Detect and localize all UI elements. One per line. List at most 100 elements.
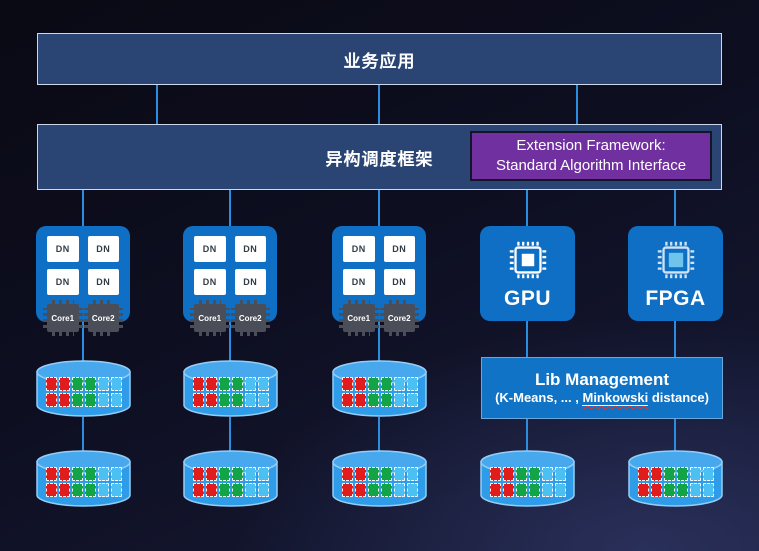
data-block [690,483,701,497]
fpga-label: FPGA [645,286,706,310]
connector-line [378,417,380,453]
data-block [490,483,501,497]
scheduler-framework-label: 异构调度框架 [325,149,434,169]
data-block [85,393,96,407]
lib-management-subtitle: (K-Means, ... , Minkowski distance) [495,389,709,406]
data-block [111,483,122,497]
fpga-box: FPGA [628,226,723,321]
storage-cylinder [36,360,131,417]
data-block [381,377,392,391]
dn-label: DN [392,244,407,254]
data-block [394,377,405,391]
dn-label: DN [55,277,70,287]
lib-sub-suffix: distance) [648,389,709,405]
data-block [219,377,230,391]
data-block [703,483,714,497]
data-block [342,393,353,407]
data-block [368,483,379,497]
data-block [394,393,405,407]
data-blocks [342,377,418,407]
data-block [258,377,269,391]
compute-node-3: DN DN DN DN Core1 Core2 [332,226,426,336]
data-block [342,377,353,391]
gpu-label: GPU [503,286,551,310]
data-block [342,483,353,497]
data-block [219,393,230,407]
data-block [664,467,675,481]
dn-label: DN [55,244,70,254]
lib-management-box: Lib Management (K-Means, ... , Minkowski… [481,357,723,419]
data-block [503,483,514,497]
data-block [219,467,230,481]
business-app-label: 业务应用 [343,51,416,71]
data-block [206,393,217,407]
data-block [193,377,204,391]
data-block [407,377,418,391]
data-block [85,377,96,391]
fpga-chip-icon [657,241,694,278]
core-chip-icon: Core1 [43,300,82,336]
data-block [503,467,514,481]
data-block [59,483,70,497]
storage-cylinder [628,450,723,507]
data-block [664,483,675,497]
data-block [529,467,540,481]
data-block [638,483,649,497]
data-block [46,467,57,481]
data-block [651,467,662,481]
data-block [98,483,109,497]
data-block [59,377,70,391]
dn-box: DN [87,269,119,295]
storage-cylinder [183,360,278,417]
data-block [72,393,83,407]
data-block [59,393,70,407]
dn-box: DN [234,269,266,295]
connector-line [229,190,231,226]
data-block [638,467,649,481]
dn-box: DN [383,236,415,262]
data-block [407,467,418,481]
dn-label: DN [392,277,407,287]
extension-framework-line2: Standard Algorithm Interface [495,157,687,174]
lib-management-title: Lib Management [534,370,670,390]
lib-sub-prefix: (K-Means, ... , [495,389,583,405]
dn-label: DN [351,244,366,254]
data-block [46,377,57,391]
data-block [232,377,243,391]
data-block [490,467,501,481]
data-block [206,483,217,497]
dn-label: DN [243,244,258,254]
connector-line [576,85,578,124]
data-block [111,393,122,407]
data-block [703,467,714,481]
core-chip-icon: Core1 [339,300,378,336]
data-block [59,467,70,481]
lib-sub-underlined-word: Minkowski [582,389,649,406]
data-block [232,483,243,497]
dn-label: DN [351,277,366,287]
connector-line [378,190,380,226]
dn-box: DN [383,269,415,295]
data-block [193,467,204,481]
data-block [542,483,553,497]
gpu-box: GPU [480,226,575,321]
data-block [677,467,688,481]
data-block [245,377,256,391]
data-block [407,393,418,407]
data-block [46,483,57,497]
connector-line [674,190,676,226]
data-block [368,467,379,481]
data-block [394,467,405,481]
data-block [245,467,256,481]
data-block [98,467,109,481]
data-blocks [342,467,418,497]
data-block [98,393,109,407]
data-block [72,483,83,497]
connector-line [526,321,528,361]
dn-label: DN [243,277,258,287]
connector-line [526,419,528,453]
compute-node-2: DN DN DN DN Core1 Core2 [183,226,277,336]
data-block [368,393,379,407]
core-chip-icon: Core2 [83,300,123,336]
extension-framework-line1: Extension Framework: [516,137,666,155]
